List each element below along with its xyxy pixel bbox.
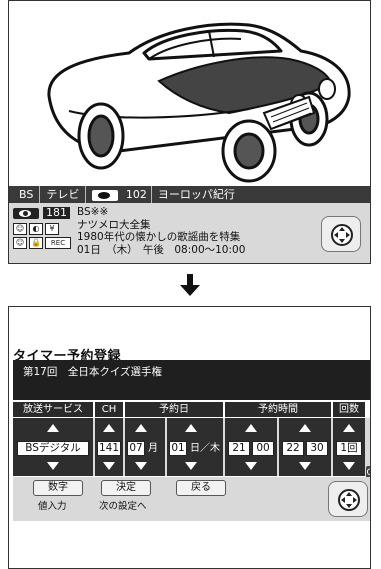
- lock-icon: 🔒: [29, 237, 43, 249]
- number-input-caption: 値入力: [38, 501, 67, 512]
- day-value[interactable]: 01: [169, 441, 187, 456]
- ch-value[interactable]: 141: [97, 441, 121, 456]
- start-hour-value[interactable]: 21: [228, 441, 250, 456]
- end-down-icon[interactable]: [299, 462, 311, 470]
- header-service: 放送サービス: [13, 402, 93, 417]
- network-type-label: テレビ: [40, 186, 87, 203]
- info-line: ナツメロ大全集: [77, 218, 151, 231]
- month-up-icon[interactable]: [135, 424, 147, 432]
- day-down-icon[interactable]: [185, 462, 197, 470]
- service-value[interactable]: BSデジタル: [17, 441, 89, 456]
- count-up-icon[interactable]: [343, 424, 355, 432]
- program-name: ヨーロッパ紀行: [150, 186, 241, 203]
- end-up-icon[interactable]: [299, 424, 311, 432]
- confirm-caption: 次の設定へ: [99, 501, 147, 512]
- day-unit: 日／木: [190, 443, 220, 454]
- dpad-button[interactable]: [328, 481, 368, 517]
- dpad-button[interactable]: [321, 216, 361, 252]
- info-channel-number: 181: [43, 207, 70, 219]
- car-illustration: [47, 22, 351, 183]
- view-icon: [92, 189, 119, 201]
- confirm-button[interactable]: 決定: [101, 480, 151, 496]
- network-label: BS: [9, 186, 41, 203]
- start-up-icon[interactable]: [245, 424, 257, 432]
- program-details: BS※※ ナツメロ大全集 1980年代の懐かしの歌謡曲を特集 01日 （木） 午…: [77, 206, 245, 256]
- day-up-icon[interactable]: [185, 424, 197, 432]
- info-line: 01日 （木） 午後 08:00〜10:00: [77, 243, 246, 256]
- yen-icon: ¥: [45, 223, 59, 235]
- info-line: 1980年代の懐かしの歌謡曲を特集: [77, 231, 241, 243]
- program-title: 第17回 全日本クイズ選手権: [23, 366, 163, 378]
- ch-down-icon[interactable]: [103, 462, 115, 470]
- dpad-icon: [338, 489, 360, 511]
- info-line: BS※※: [77, 206, 109, 218]
- button-bar: 数字 値入力 決定 次の設定へ 戻る: [13, 477, 370, 521]
- start-minute-value[interactable]: 00: [252, 441, 274, 456]
- count-down-icon[interactable]: [343, 462, 355, 470]
- timer-screen: タイマー予約登録 第17回 全日本クイズ選手権 放送サービス CH 予約日 予約…: [8, 306, 371, 569]
- end-minute-value[interactable]: 30: [306, 441, 328, 456]
- end-hour-value[interactable]: 22: [282, 441, 304, 456]
- channel-info: 102: [86, 186, 151, 203]
- dpad-icon: [331, 224, 353, 246]
- month-unit: 月: [148, 443, 158, 454]
- program-info-panel: 181 ☺ ◐ ¥ ☺ 🔒 REC BS※※ ナツメロ大全集 1980年代の懐か…: [9, 203, 370, 263]
- ch-up-icon[interactable]: [103, 424, 115, 432]
- half-icon: ◐: [29, 223, 43, 235]
- channel-bar: BS テレビ 102 ヨーロッパ紀行: [9, 186, 370, 203]
- header-time: 予約時間: [225, 402, 331, 417]
- header-ch: CH: [95, 402, 123, 417]
- service-up-icon[interactable]: [47, 424, 59, 432]
- service-down-icon[interactable]: [47, 462, 59, 470]
- start-down-icon[interactable]: [245, 462, 257, 470]
- header-date: 予約日: [125, 402, 223, 417]
- rating-icon: ☺: [13, 223, 27, 235]
- view-icon: [13, 208, 39, 219]
- back-button[interactable]: 戻る: [176, 480, 226, 496]
- channel-number: 102: [125, 188, 147, 201]
- face-icon: ☺: [13, 237, 27, 249]
- count-value[interactable]: 1回: [336, 441, 362, 456]
- arrow-down-icon: [180, 274, 200, 296]
- month-down-icon[interactable]: [135, 462, 147, 470]
- month-value[interactable]: 07: [127, 441, 145, 456]
- rec-icon: REC: [45, 237, 71, 249]
- number-input-button[interactable]: 数字: [33, 480, 83, 496]
- program-title-box: 第17回 全日本クイズ選手権: [13, 360, 370, 400]
- tv-screen: BS テレビ 102 ヨーロッパ紀行 181 ☺ ◐ ¥ ☺ 🔒 REC BS※…: [8, 0, 371, 264]
- header-count: 回数: [333, 402, 365, 417]
